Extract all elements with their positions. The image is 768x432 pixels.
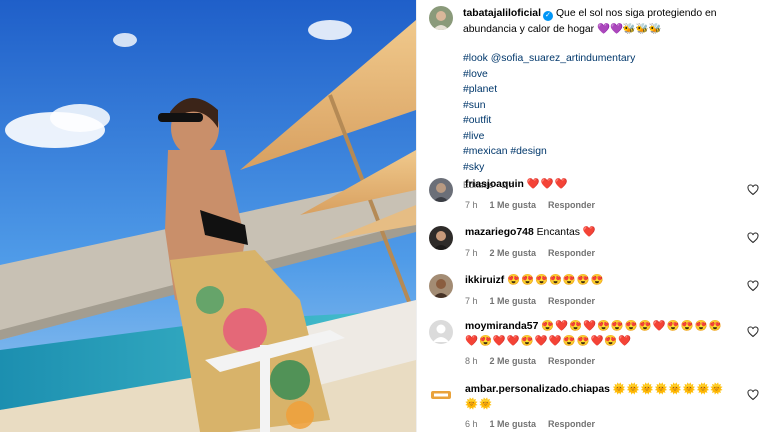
reply-button[interactable]: Responder xyxy=(548,294,595,309)
post-modal: tabatajaliloficial ✓ Que el sol nos siga p… xyxy=(0,0,768,432)
hashtag-sun[interactable]: #sun xyxy=(463,98,753,114)
commenter-username[interactable]: friasjoaquin xyxy=(465,179,524,190)
hashtag-outfit[interactable]: #outfit xyxy=(463,113,753,129)
reply-button[interactable]: Responder xyxy=(548,198,595,213)
reply-button[interactable]: Responder xyxy=(548,246,595,261)
author-avatar[interactable] xyxy=(429,6,453,30)
post-photo[interactable] xyxy=(0,0,416,432)
commenter-avatar[interactable] xyxy=(429,320,453,344)
commenter-avatar[interactable] xyxy=(429,226,453,250)
hashtag-mexican-design[interactable]: #mexican #design xyxy=(463,144,753,160)
comment-likes[interactable]: 1 Me gusta xyxy=(490,294,537,309)
commenter-username[interactable]: ikkiruizf xyxy=(465,275,504,286)
comment-time: 6 h xyxy=(465,419,478,429)
caption-body: tabatajaliloficial ✓ Que el sol nos siga p… xyxy=(463,6,753,194)
post-details: tabatajaliloficial ✓ Que el sol nos siga p… xyxy=(416,0,768,432)
commenter-avatar[interactable] xyxy=(429,383,453,407)
comment-list: friasjoaquin ❤️❤️❤️ 7 h 1 Me gusta Respond… xyxy=(429,178,759,429)
comment-item: ambar.personalizado.chiapas 🌞🌞🌞🌞🌞🌞🌞🌞🌞🌞 6… xyxy=(429,383,759,429)
comment-text: ❤️❤️❤️ xyxy=(526,179,569,190)
commenter-username[interactable]: ambar.personalizado.chiapas xyxy=(465,384,610,395)
comment-item: ikkiruizf 😍😍😍😍😍😍😍 7 h 1 Me gusta Responder xyxy=(429,274,759,320)
comment-text: Encantas ❤️ xyxy=(536,227,596,238)
comment-time: 8 h xyxy=(465,356,478,366)
heart-outline-icon[interactable] xyxy=(747,326,759,338)
comment-time: 7 h xyxy=(465,199,478,210)
comment-likes[interactable]: 2 Me gusta xyxy=(490,354,537,369)
hashtag-list: #look @sofia_suarez_artindumentary #love… xyxy=(463,51,753,175)
comment-item: friasjoaquin ❤️❤️❤️ 7 h 1 Me gusta Respond… xyxy=(429,178,759,226)
post-caption: tabatajaliloficial ✓ Que el sol nos siga p… xyxy=(429,6,768,194)
comment-item: mazariego748 Encantas ❤️ 7 h 2 Me gusta Re… xyxy=(429,226,759,274)
hashtag-love[interactable]: #love xyxy=(463,67,753,83)
comment-text: 😍😍😍😍😍😍😍 xyxy=(507,275,605,286)
reply-button[interactable]: Responder xyxy=(548,417,595,432)
hashtag-planet[interactable]: #planet xyxy=(463,82,753,98)
commenter-avatar[interactable] xyxy=(429,178,453,202)
commenter-username[interactable]: mazariego748 xyxy=(465,227,534,238)
comment-time: 7 h xyxy=(465,247,478,258)
commenter-avatar[interactable] xyxy=(429,274,453,298)
comment-likes[interactable]: 1 Me gusta xyxy=(490,198,537,213)
author-username[interactable]: tabatajaliloficial xyxy=(463,8,541,19)
verified-badge-icon: ✓ xyxy=(542,11,553,21)
comment-time: 7 h xyxy=(465,295,478,306)
heart-outline-icon[interactable] xyxy=(747,184,759,196)
heart-outline-icon[interactable] xyxy=(747,232,759,244)
hashtag-live[interactable]: #live xyxy=(463,129,753,145)
heart-outline-icon[interactable] xyxy=(747,280,759,292)
heart-outline-icon[interactable] xyxy=(747,389,759,401)
hashtag-look[interactable]: #look @sofia_suarez_artindumentary xyxy=(463,51,753,67)
commenter-username[interactable]: moymiranda57 xyxy=(465,321,538,332)
comment-likes[interactable]: 1 Me gusta xyxy=(490,417,537,432)
comment-likes[interactable]: 2 Me gusta xyxy=(490,246,537,261)
comment-item: moymiranda57 😍❤️😍❤️😍😍😍😍❤️😍😍😍😍❤️😍❤️❤️😍❤️❤… xyxy=(429,320,759,383)
hashtag-sky[interactable]: #sky xyxy=(463,160,753,176)
reply-button[interactable]: Responder xyxy=(548,354,595,369)
